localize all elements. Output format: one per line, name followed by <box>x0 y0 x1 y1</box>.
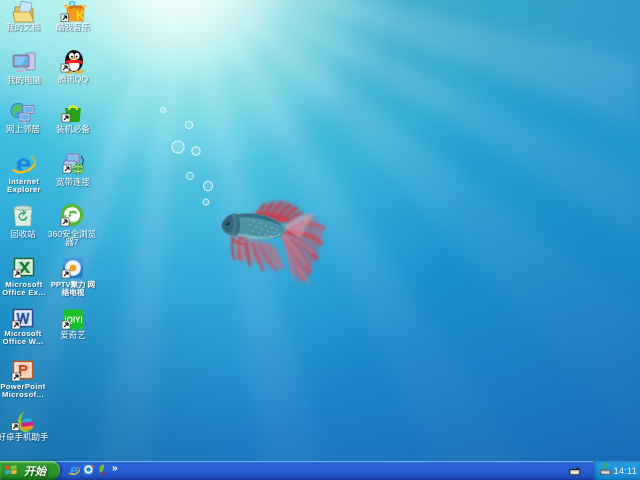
svg-text:K: K <box>76 9 85 23</box>
svg-text:e: e <box>70 464 78 477</box>
